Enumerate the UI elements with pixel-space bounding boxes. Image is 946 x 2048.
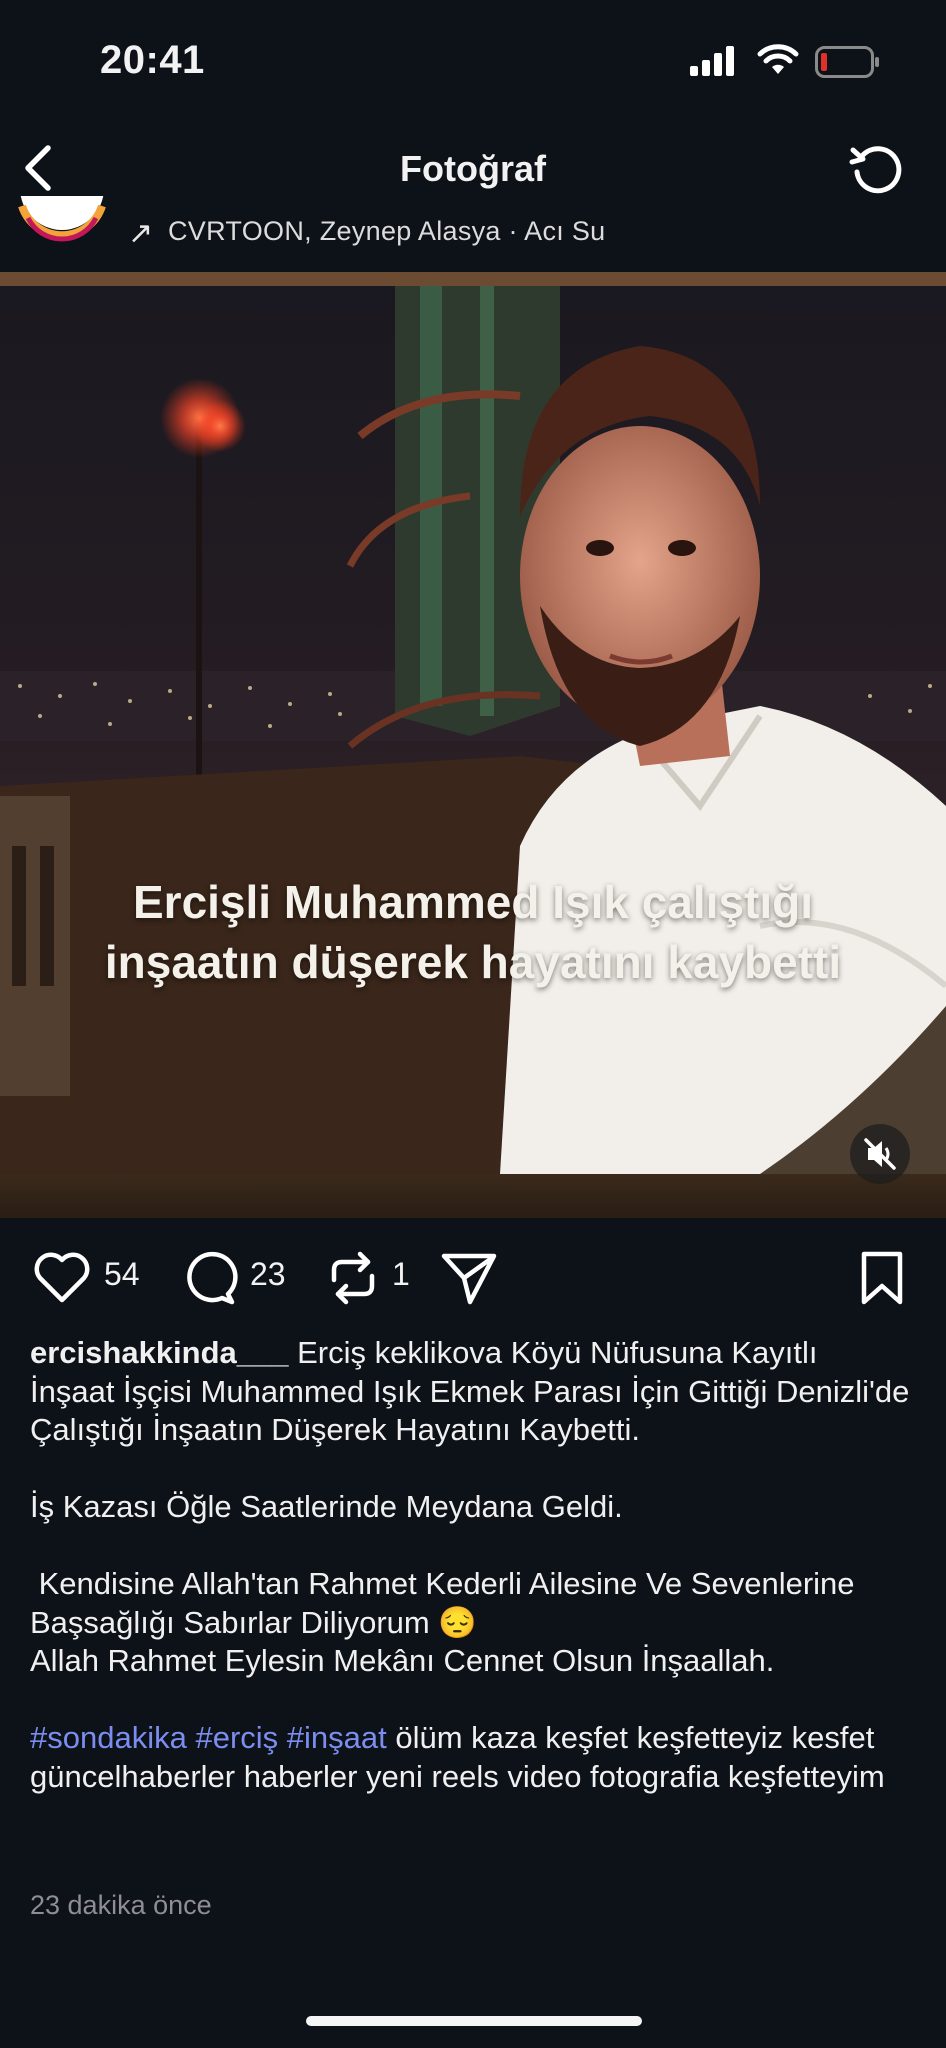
battery-icon	[815, 46, 879, 78]
repost-count[interactable]: 1	[392, 1256, 410, 1293]
caption-paragraph-2: İş Kazası Öğle Saatlerinde Meydana Geldi…	[30, 1489, 623, 1524]
caption-paragraph-3: Kendisine Allah'tan Rahmet Kederli Ailes…	[30, 1566, 855, 1678]
comment-count[interactable]: 23	[250, 1256, 286, 1293]
home-indicator[interactable]	[306, 2016, 642, 2026]
speaker-muted-icon	[864, 1138, 896, 1170]
hashtag-link[interactable]: #inşaat	[287, 1720, 387, 1755]
refresh-icon[interactable]	[848, 140, 906, 198]
like-count[interactable]: 54	[104, 1256, 140, 1293]
post-media[interactable]: Ercişli Muhammed Işık çalıştığı inşaatın…	[0, 272, 946, 1218]
repost-icon[interactable]	[326, 1250, 380, 1306]
post-caption: ercishakkinda___ Erciş keklikova Köyü Nü…	[30, 1334, 910, 1796]
media-top-border	[0, 272, 946, 286]
status-time: 20:41	[100, 38, 205, 82]
audio-attribution[interactable]: CVRTOON, Zeynep Alasya · Acı Su	[168, 216, 605, 247]
wifi-icon	[757, 44, 799, 74]
post-timestamp: 23 dakika önce	[30, 1890, 212, 1920]
heart-icon[interactable]	[32, 1250, 92, 1304]
bookmark-icon[interactable]	[858, 1250, 906, 1306]
mute-toggle[interactable]	[850, 1124, 910, 1184]
hashtag-link[interactable]: #erciş	[195, 1720, 278, 1755]
photo-overlay-headline: Ercişli Muhammed Işık çalıştığı inşaatın…	[104, 876, 842, 988]
comment-icon[interactable]	[182, 1250, 238, 1306]
send-share-icon[interactable]	[440, 1250, 498, 1306]
media-bottom-border	[0, 1174, 946, 1218]
cellular-signal-icon	[690, 46, 734, 76]
post-photo	[0, 286, 946, 1174]
avatar[interactable]	[14, 196, 110, 256]
caption-username[interactable]: ercishakkinda___	[30, 1335, 289, 1370]
page-title: Fotoğraf	[400, 148, 546, 189]
hashtag-link[interactable]: #sondakika	[30, 1720, 187, 1755]
trending-arrow-icon: ↗	[128, 217, 154, 250]
